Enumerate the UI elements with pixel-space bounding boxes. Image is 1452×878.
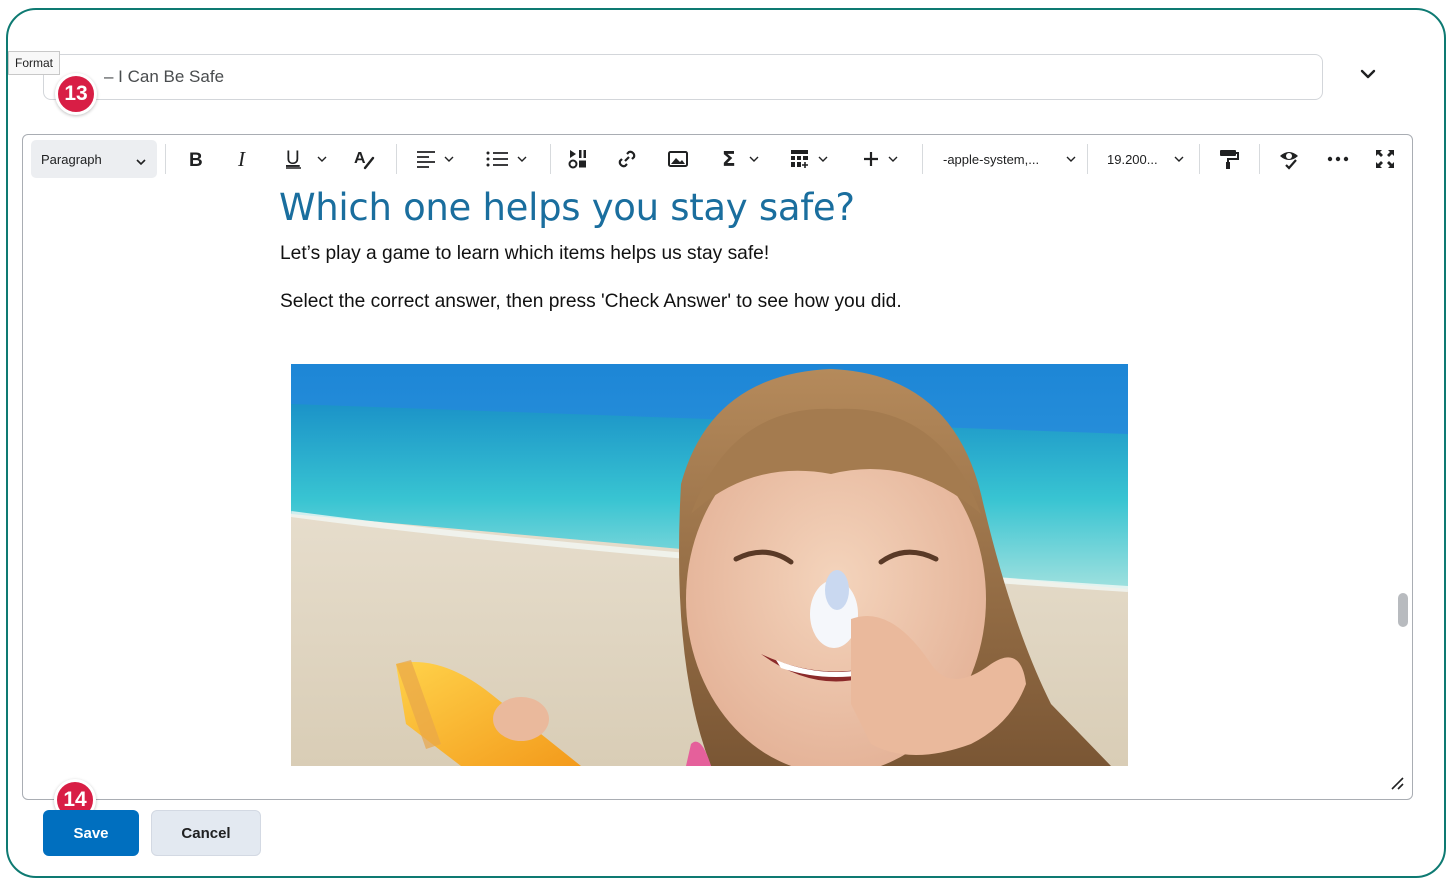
- accessibility-check-icon[interactable]: [1274, 135, 1304, 183]
- underline-button[interactable]: U: [282, 135, 330, 183]
- save-button[interactable]: Save: [43, 810, 139, 856]
- svg-text:B: B: [189, 150, 203, 168]
- toolbar-divider: [1087, 144, 1088, 174]
- format-select-label: Paragraph: [41, 152, 102, 167]
- cancel-button[interactable]: Cancel: [151, 810, 261, 856]
- content-paragraph-instructions: Select the correct answer, then press 'C…: [280, 291, 902, 312]
- align-button[interactable]: [412, 135, 460, 183]
- svg-text:I: I: [237, 149, 246, 169]
- resize-handle-icon[interactable]: [1389, 775, 1405, 796]
- toolbar-divider: [1259, 144, 1260, 174]
- bold-button[interactable]: B: [181, 135, 211, 183]
- title-input-value: – I Can Be Safe: [104, 67, 225, 86]
- table-button[interactable]: [787, 135, 835, 183]
- editor-scrollbar[interactable]: [1398, 593, 1408, 627]
- image-icon[interactable]: [663, 135, 693, 183]
- content-image[interactable]: [291, 364, 1128, 766]
- chevron-down-icon[interactable]: [1360, 66, 1376, 82]
- fullscreen-icon[interactable]: [1370, 135, 1400, 183]
- chevron-down-icon: [135, 155, 147, 173]
- list-button[interactable]: [482, 135, 534, 183]
- link-icon[interactable]: [612, 135, 642, 183]
- font-size-label: 19.200...: [1107, 152, 1158, 167]
- content-paragraph-intro: Let’s play a game to learn which items h…: [280, 243, 770, 264]
- step-badge-13: 13: [55, 73, 97, 115]
- text-color-icon[interactable]: A: [350, 135, 380, 183]
- toolbar-divider: [550, 144, 551, 174]
- toolbar-divider: [922, 144, 923, 174]
- toolbar-divider: [396, 144, 397, 174]
- equation-button[interactable]: Σ: [718, 135, 766, 183]
- toolbar-divider: [165, 144, 166, 174]
- title-input[interactable]: – I Can Be Safe: [43, 54, 1323, 100]
- toolbar-divider: [1199, 144, 1200, 174]
- svg-text:U: U: [286, 148, 300, 169]
- more-options-icon[interactable]: [1323, 135, 1353, 183]
- content-heading: Which one helps you stay safe?: [279, 186, 855, 229]
- italic-button[interactable]: I: [228, 135, 258, 183]
- svg-text:Σ: Σ: [722, 148, 736, 170]
- editor-toolbar: Paragraph B I U A Σ -apple-system,... 19…: [23, 135, 1412, 183]
- format-tooltip: Format: [8, 51, 61, 75]
- html-editor[interactable]: Paragraph B I U A Σ -apple-system,... 19…: [22, 134, 1413, 800]
- font-family-select[interactable]: -apple-system,...: [935, 135, 1085, 183]
- format-select[interactable]: Paragraph: [31, 140, 157, 178]
- insert-button[interactable]: [859, 135, 907, 183]
- editor-content[interactable]: Which one helps you stay safe? Let’s pla…: [23, 183, 1412, 767]
- font-family-label: -apple-system,...: [943, 152, 1040, 167]
- insert-stuff-icon[interactable]: [563, 135, 593, 183]
- svg-text:A: A: [354, 150, 366, 167]
- format-painter-icon[interactable]: [1213, 135, 1243, 183]
- font-size-select[interactable]: 19.200...: [1099, 135, 1209, 183]
